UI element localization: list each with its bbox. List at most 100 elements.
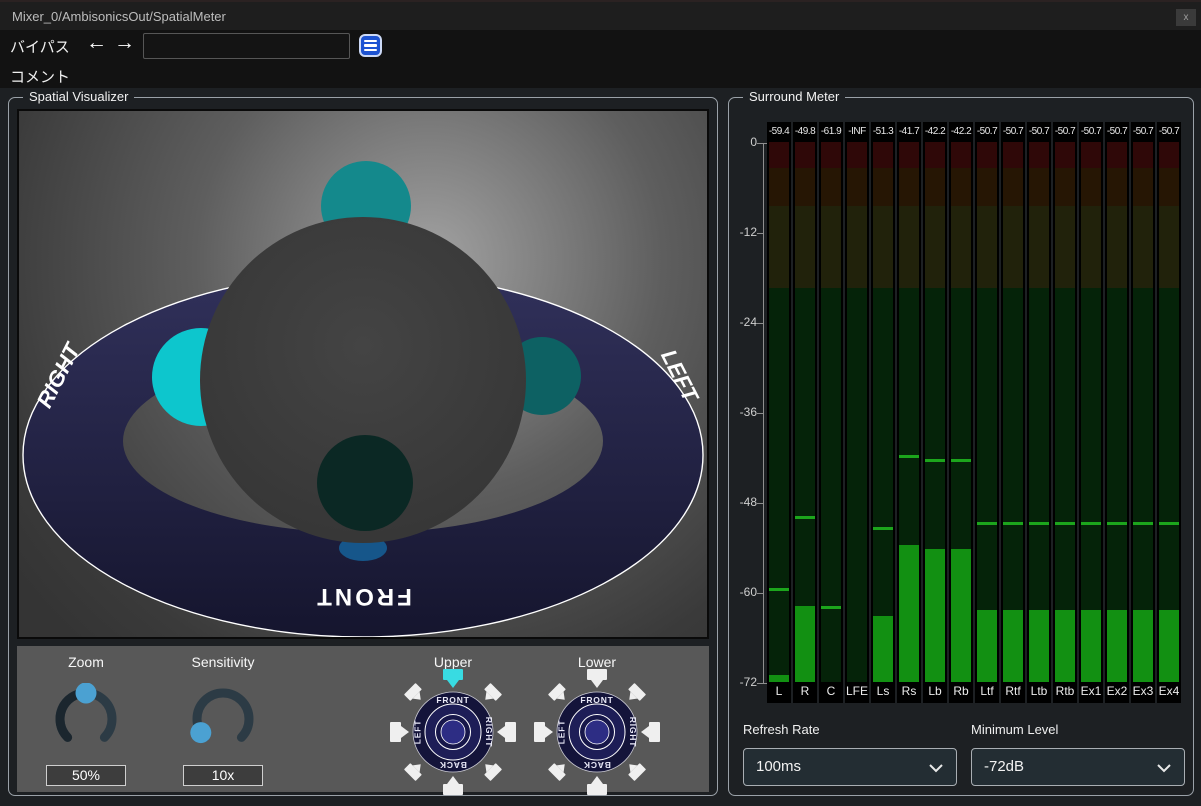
speaker-icon[interactable] bbox=[404, 758, 427, 781]
meter-bar bbox=[1055, 610, 1075, 682]
peak-readout: -51.3 bbox=[871, 122, 895, 142]
speaker-icon[interactable] bbox=[623, 758, 646, 781]
db-axis-line bbox=[763, 143, 764, 684]
meter-columns: -59.4L-49.8R-61.9C-INFLFE-51.3Ls-41.7Rs-… bbox=[767, 122, 1181, 703]
speaker-icon[interactable] bbox=[548, 758, 571, 781]
meter-track bbox=[871, 142, 895, 682]
speaker-icon[interactable] bbox=[587, 776, 607, 795]
surround-meter-title: Surround Meter bbox=[743, 89, 845, 104]
refresh-rate-value: 100ms bbox=[756, 758, 801, 775]
comment-label: コメント bbox=[10, 66, 70, 87]
peak-readout: -INF bbox=[845, 122, 869, 142]
speaker-icon[interactable] bbox=[548, 683, 571, 706]
peak-readout: -50.7 bbox=[1079, 122, 1103, 142]
channel-label: Ltb bbox=[1027, 682, 1051, 703]
window-title: Mixer_0/AmbisonicsOut/SpatialMeter bbox=[12, 9, 226, 24]
channel-label: Ex2 bbox=[1105, 682, 1129, 703]
zoom-knob[interactable] bbox=[50, 683, 122, 755]
speaker-icon[interactable] bbox=[587, 669, 607, 688]
minimum-level-select[interactable]: -72dB bbox=[971, 748, 1185, 786]
forward-arrow-icon[interactable]: → bbox=[114, 31, 135, 55]
scale-tick-label: -72 bbox=[731, 675, 757, 689]
meter-channel-Rs: -41.7Rs bbox=[897, 122, 921, 703]
sensitivity-knob[interactable] bbox=[187, 683, 259, 755]
compass-front-label: FRONT bbox=[314, 583, 412, 610]
peak-readout: -50.7 bbox=[975, 122, 999, 142]
meter-track bbox=[1053, 142, 1077, 682]
speaker-icon[interactable] bbox=[443, 776, 463, 795]
channel-label: Lb bbox=[923, 682, 947, 703]
meter-channel-Ex4: -50.7 Ex4 bbox=[1157, 122, 1181, 703]
speaker-icon[interactable] bbox=[479, 683, 502, 706]
chevron-down-icon bbox=[1156, 763, 1172, 773]
meter-channel-L: -59.4 L bbox=[767, 122, 791, 703]
search-input[interactable] bbox=[143, 33, 350, 59]
channel-label: Ex3 bbox=[1131, 682, 1155, 703]
meter-track bbox=[1001, 142, 1025, 682]
peak-hold-mark bbox=[925, 459, 945, 462]
sensitivity-label: Sensitivity bbox=[163, 654, 283, 670]
speaker-icon[interactable] bbox=[534, 722, 553, 742]
dial-left-label: LEFT bbox=[412, 720, 422, 744]
menu-button[interactable] bbox=[359, 34, 382, 57]
meter-channel-R: -49.8R bbox=[793, 122, 817, 703]
dial-front-label: FRONT bbox=[436, 695, 469, 705]
spatial-visualizer-canvas[interactable]: RIGHT LEFT FRONT bbox=[17, 109, 709, 639]
speaker-icon[interactable] bbox=[390, 722, 409, 742]
peak-hold-mark bbox=[1055, 522, 1075, 525]
channel-label: L bbox=[767, 682, 791, 703]
bypass-button[interactable]: バイパス bbox=[10, 36, 70, 57]
peak-readout: -59.4 bbox=[767, 122, 791, 142]
meter-bar bbox=[795, 606, 815, 683]
peak-readout: -50.7 bbox=[1027, 122, 1051, 142]
sensitivity-value-box[interactable]: 10x bbox=[183, 765, 263, 786]
spatial-visualizer-title: Spatial Visualizer bbox=[23, 89, 134, 104]
back-arrow-icon[interactable]: ← bbox=[86, 31, 107, 55]
channel-label: Rb bbox=[949, 682, 973, 703]
meter-channel-Rb: -42.2Rb bbox=[949, 122, 973, 703]
dial-back-label: BACK bbox=[439, 760, 467, 770]
meter-channel-Ltb: -50.7 Ltb bbox=[1027, 122, 1051, 703]
lower-speaker-dial[interactable]: FRONT RIGHT BACK LEFT bbox=[531, 666, 663, 798]
speaker-icon[interactable] bbox=[443, 669, 463, 688]
zoom-value-box[interactable]: 50% bbox=[46, 765, 126, 786]
peak-readout: -50.7 bbox=[1157, 122, 1181, 142]
peak-readout: -42.2 bbox=[923, 122, 947, 142]
meter-track bbox=[975, 142, 999, 682]
speaker-icon[interactable] bbox=[404, 683, 427, 706]
dial-back-label: BACK bbox=[583, 760, 611, 770]
chevron-down-icon bbox=[928, 763, 944, 773]
visualizer-controls: Zoom Sensitivity Upper Lower 50% 10x FRO… bbox=[17, 646, 709, 792]
peak-hold-mark bbox=[1029, 522, 1049, 525]
meter-track bbox=[793, 142, 817, 682]
scale-tick-label: -24 bbox=[731, 315, 757, 329]
meter-track bbox=[1131, 142, 1155, 682]
knob-handle bbox=[76, 683, 97, 704]
surround-meter-group: Surround Meter 0-12-24-36-48-60-72 -59.4… bbox=[728, 97, 1194, 796]
meter-bar bbox=[977, 610, 997, 682]
peak-hold-mark bbox=[951, 459, 971, 462]
refresh-rate-select[interactable]: 100ms bbox=[743, 748, 957, 786]
speaker-icon[interactable] bbox=[497, 722, 516, 742]
peak-readout: -61.9 bbox=[819, 122, 843, 142]
minimum-level-value: -72dB bbox=[984, 758, 1024, 775]
upper-speaker-dial[interactable]: FRONT RIGHT BACK LEFT bbox=[387, 666, 519, 798]
meter-channel-Ltf: -50.7 Ltf bbox=[975, 122, 999, 703]
meter-track bbox=[1027, 142, 1051, 682]
peak-hold-mark bbox=[899, 455, 919, 458]
close-button[interactable]: x bbox=[1176, 9, 1196, 26]
speaker-icon[interactable] bbox=[641, 722, 660, 742]
meter-channel-Ex3: -50.7Ex3 bbox=[1131, 122, 1155, 703]
meter-bar bbox=[1029, 610, 1049, 682]
meter-channel-C: -61.9C bbox=[819, 122, 843, 703]
channel-label: Ex4 bbox=[1157, 682, 1181, 703]
channel-label: Ltf bbox=[975, 682, 999, 703]
scale-tick-label: 0 bbox=[731, 135, 757, 149]
speaker-icon[interactable] bbox=[623, 683, 646, 706]
meter-bar bbox=[873, 616, 893, 682]
meter-bar bbox=[769, 675, 789, 683]
meter-channel-Ex1: -50.7Ex1 bbox=[1079, 122, 1103, 703]
speaker-icon[interactable] bbox=[479, 758, 502, 781]
peak-hold-mark bbox=[873, 527, 893, 530]
peak-hold-mark bbox=[769, 588, 789, 591]
